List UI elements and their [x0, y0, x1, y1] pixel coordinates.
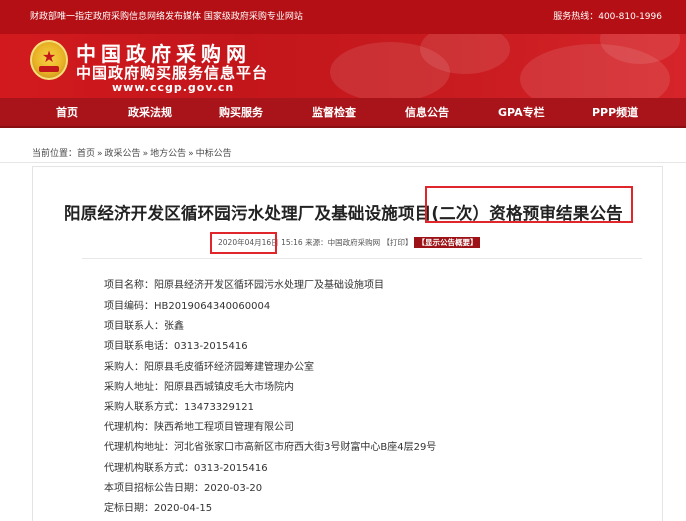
field-value: 阳原县经济开发区循环园污水处理厂及基础设施项目 [154, 280, 384, 291]
field-label: 项目联系电话： [104, 341, 174, 352]
field-label: 代理机构联系方式： [104, 463, 194, 474]
breadcrumb: 当前位置：首页» 政采公告» 地方公告» 中标公告 [32, 146, 232, 159]
field-agency-contact: 代理机构联系方式：0313-2015416 [104, 459, 268, 474]
field-label: 定标日期： [104, 503, 154, 514]
field-tender-date: 本项目招标公告日期：2020-03-20 [104, 479, 262, 494]
hotline-number: 400-810-1996 [598, 12, 662, 22]
field-label: 项目编码： [104, 301, 154, 312]
meta-divider [82, 258, 642, 259]
logo-url: www.ccgp.gov.cn [112, 81, 235, 94]
breadcrumb-separator: » [188, 149, 194, 159]
field-project-code: 项目编码：HB2019064340060004 [104, 297, 270, 312]
print-link[interactable]: 【打印】 [382, 238, 412, 247]
field-label: 采购人地址： [104, 382, 164, 393]
field-label: 项目名称： [104, 280, 154, 291]
field-purchaser-contact: 采购人联系方式：13473329121 [104, 398, 254, 413]
nav-item-announcements[interactable]: 信息公告 [405, 98, 449, 128]
field-value: 2020-03-20 [204, 483, 263, 494]
field-label: 代理机构地址： [104, 442, 174, 453]
nav-item-ppp[interactable]: PPP频道 [592, 98, 638, 128]
nav-item-home[interactable]: 首页 [56, 98, 78, 128]
breadcrumb-label: 当前位置： [32, 149, 78, 159]
field-project-name: 项目名称：阳原县经济开发区循环园污水处理厂及基础设施项目 [104, 276, 384, 291]
divider [0, 162, 686, 163]
field-value: HB2019064340060004 [154, 301, 271, 312]
field-value: 2020-04-15 [154, 503, 213, 514]
field-label: 项目联系人： [104, 321, 164, 332]
show-summary-button[interactable]: 【显示公告概要】 [414, 237, 481, 248]
field-label: 采购人： [104, 362, 144, 373]
field-project-contact: 项目联系人：张鑫 [104, 317, 184, 332]
field-value: 0313-2015416 [174, 341, 248, 352]
field-purchaser-address: 采购人地址：阳原县西城镇皮毛大市场院内 [104, 378, 294, 393]
breadcrumb-item-announcements[interactable]: 政采公告 [105, 149, 141, 159]
field-label: 代理机构： [104, 422, 154, 433]
service-hotline: 服务热线：400-810-1996 [553, 0, 662, 34]
nav-item-regulations[interactable]: 政采法规 [128, 98, 172, 128]
field-value: 阳原县毛皮循环经济园筹建管理办公室 [144, 362, 314, 373]
breadcrumb-item-award[interactable]: 中标公告 [196, 149, 232, 159]
field-value: 河北省张家口市高新区市府西大街3号财富中心B座4层29号 [174, 442, 437, 453]
logo-subtitle: 中国政府购买服务信息平台 [76, 64, 269, 82]
nav-item-gpa[interactable]: GPA专栏 [498, 98, 545, 128]
nav-item-purchase-service[interactable]: 购买服务 [219, 98, 263, 128]
field-agency: 代理机构：陕西希地工程项目管理有限公司 [104, 418, 294, 433]
field-value: 陕西希地工程项目管理有限公司 [154, 422, 294, 433]
article-source: 来源：中国政府采购网 [305, 238, 381, 247]
breadcrumb-item-home[interactable]: 首页 [77, 149, 95, 159]
breadcrumb-separator: » [97, 149, 103, 159]
field-value: 13473329121 [184, 402, 254, 413]
site-tagline: 财政部唯一指定政府采购信息网络发布媒体 国家级政府采购专业网站 [30, 12, 303, 22]
site-banner: ★ 中国政府采购网 中国政府购买服务信息平台 www.ccgp.gov.cn [0, 34, 686, 98]
field-agency-address: 代理机构地址：河北省张家口市高新区市府西大街3号财富中心B座4层29号 [104, 438, 436, 453]
breadcrumb-separator: » [142, 149, 149, 159]
field-value: 阳原县西城镇皮毛大市场院内 [164, 382, 294, 393]
top-info-bar: 财政部唯一指定政府采购信息网络发布媒体 国家级政府采购专业网站 服务热线：400… [0, 0, 686, 34]
field-value: 0313-2015416 [194, 463, 268, 474]
field-value: 张鑫 [164, 321, 184, 332]
field-label: 本项目招标公告日期： [104, 483, 204, 494]
publish-time: 15:16 [281, 238, 303, 247]
main-nav: 首页 政采法规 购买服务 监督检查 信息公告 GPA专栏 PPP频道 [0, 98, 686, 128]
highlight-box-date [210, 232, 277, 254]
field-label: 采购人联系方式： [104, 402, 184, 413]
national-emblem-icon: ★ [30, 40, 68, 80]
field-purchaser: 采购人：阳原县毛皮循环经济园筹建管理办公室 [104, 358, 314, 373]
field-project-phone: 项目联系电话：0313-2015416 [104, 337, 248, 352]
nav-item-supervision[interactable]: 监督检查 [312, 98, 356, 128]
hotline-label: 服务热线： [553, 12, 599, 22]
highlight-box-title [425, 186, 633, 223]
field-award-date: 定标日期：2020-04-15 [104, 499, 212, 514]
breadcrumb-item-local[interactable]: 地方公告 [150, 149, 186, 159]
